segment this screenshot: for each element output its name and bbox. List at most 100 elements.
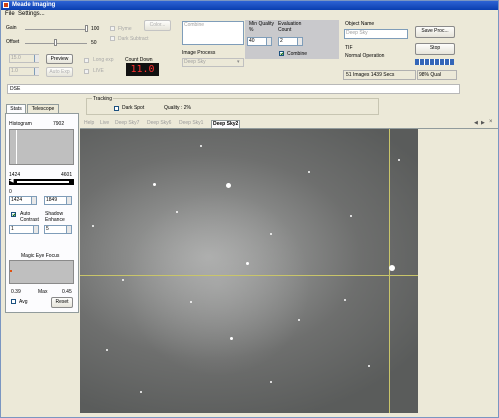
- histogram-label: Histogram: [9, 121, 32, 127]
- preview-button[interactable]: Preview: [46, 54, 73, 64]
- long-exp-checkbox[interactable]: [84, 58, 89, 63]
- progress-bar: [415, 59, 455, 65]
- app-icon: [3, 2, 9, 8]
- file-type: TIF: [345, 45, 353, 51]
- tab-stats[interactable]: Stats: [6, 104, 26, 113]
- object-name-input[interactable]: Deep Sky: [344, 29, 408, 39]
- images-status: 51 Images 1439 Secs: [346, 72, 395, 78]
- shadow-enhance-spinner[interactable]: [66, 226, 71, 233]
- magic-eye-display: [9, 260, 74, 284]
- gain-label: Gain: [6, 25, 17, 31]
- dark-spot-checkbox[interactable]: [114, 106, 119, 111]
- offset-slider-thumb[interactable]: [54, 39, 57, 46]
- menu-settings[interactable]: Settings...: [18, 10, 45, 19]
- dark-subtract-checkbox[interactable]: [110, 36, 115, 41]
- star: [350, 215, 352, 217]
- dark-spot-label: Dark Spot: [122, 105, 145, 111]
- evaluation-count-spinner[interactable]: [297, 38, 302, 45]
- star: [176, 211, 178, 213]
- tab-telescope[interactable]: Telescope: [27, 104, 59, 113]
- menu-file[interactable]: File: [5, 10, 15, 19]
- combine-box[interactable]: Combine: [182, 21, 244, 45]
- min-quality-spinner[interactable]: [266, 38, 271, 45]
- combine-checkbox-label: Combine: [287, 51, 308, 57]
- exposure-spinner-2[interactable]: [34, 68, 39, 75]
- auto-contrast-spinner[interactable]: [33, 226, 38, 233]
- stop-button[interactable]: Stop: [415, 43, 455, 55]
- magic-eye-max: 0.45: [62, 289, 72, 295]
- star: [368, 365, 370, 367]
- reset-button[interactable]: Reset: [51, 297, 73, 308]
- star: [308, 171, 310, 173]
- star: [389, 265, 395, 271]
- image-tab-help[interactable]: Help: [84, 120, 94, 127]
- dse-bar: [7, 84, 460, 94]
- object-name-label: Object Name: [345, 21, 375, 27]
- auto-contrast-checkbox[interactable]: [11, 212, 16, 217]
- min-quality-value: 40: [249, 38, 255, 44]
- tab-scroll-right-icon[interactable]: ▶: [481, 120, 485, 126]
- histogram-range-high: 4601: [61, 172, 73, 178]
- shadow-enhance-value: 5: [46, 226, 49, 232]
- flyme-checkbox[interactable]: [110, 26, 115, 31]
- image-process-label: Image Process: [182, 50, 216, 56]
- evaluation-count-value: 2: [280, 38, 283, 44]
- close-icon[interactable]: ×: [489, 119, 493, 125]
- exposure-input-2-value: 1.0: [11, 68, 18, 74]
- star: [298, 319, 300, 321]
- arrow-left-icon: ◀: [9, 178, 14, 184]
- image-tab-deep-sky2[interactable]: Deep Sky2: [211, 120, 241, 128]
- title-bar: Meade Imaging: [1, 1, 498, 10]
- magic-eye-marker: [10, 270, 12, 272]
- star: [106, 349, 108, 351]
- gain-slider-track[interactable]: [25, 29, 87, 30]
- color-button[interactable]: Color...: [144, 20, 171, 31]
- dark-subtract-label: Dark Subtract: [118, 36, 149, 42]
- auto-exp-button[interactable]: Auto Exp: [46, 67, 73, 77]
- histogram-max-value: 1849: [46, 197, 58, 203]
- nebula-glow: [128, 189, 308, 379]
- long-exp-label: Long exp: [93, 57, 114, 63]
- combine-box-label: Combine: [184, 22, 205, 28]
- avg-checkbox[interactable]: [11, 299, 16, 304]
- flyme-label: Flyme: [118, 26, 132, 32]
- avg-label: Avg: [19, 299, 28, 305]
- star: [140, 391, 142, 393]
- save-proc-button[interactable]: Save Proc...: [415, 26, 455, 38]
- star: [190, 301, 192, 303]
- exposure-spinner[interactable]: [34, 55, 39, 62]
- image-tab-deep-sky7[interactable]: Deep Sky7: [115, 120, 139, 127]
- object-name-value: Deep Sky: [346, 30, 368, 36]
- star: [344, 299, 346, 301]
- star: [226, 183, 231, 188]
- image-tab-deep-sky1[interactable]: Deep Sky1: [179, 120, 203, 127]
- progress-bar-fill: [415, 59, 454, 65]
- crosshair-horizontal: [80, 275, 418, 276]
- image-process-select[interactable]: Deep Sky: [182, 58, 244, 67]
- histogram-min-spinner[interactable]: [31, 197, 36, 204]
- evaluation-count-label: Evaluation Count: [278, 21, 302, 33]
- image-tab-live[interactable]: Live: [100, 120, 109, 127]
- combine-checkbox[interactable]: [279, 51, 284, 56]
- image-tab-deep-sky6[interactable]: Deep Sky6: [147, 120, 171, 127]
- histogram-zero: 0: [9, 189, 12, 195]
- histogram-chart: [9, 129, 74, 165]
- star: [246, 262, 249, 265]
- histogram-range-fill: [17, 181, 69, 183]
- magic-eye-label: Magic Eye Focus: [21, 253, 60, 259]
- tracking-quality: Quality : 2%: [164, 105, 191, 111]
- offset-label: Offset: [6, 39, 20, 45]
- window-title: Meade Imaging: [12, 2, 56, 8]
- gain-value: 100: [91, 26, 100, 32]
- tab-scroll-left-icon[interactable]: ◀: [474, 120, 478, 126]
- deep-sky-image[interactable]: [80, 129, 418, 413]
- star: [122, 279, 124, 281]
- shadow-enhance-label: Shadow Enhance: [45, 211, 65, 223]
- histogram-max-spinner[interactable]: [66, 197, 71, 204]
- histogram-range-bar[interactable]: ◀: [9, 178, 74, 185]
- crosshair-vertical: [389, 129, 390, 413]
- gain-slider-thumb[interactable]: [85, 25, 88, 32]
- exposure-input-value: 15.0: [11, 55, 21, 61]
- quality-status: 98% Qual: [419, 72, 441, 78]
- live-checkbox[interactable]: [84, 69, 89, 74]
